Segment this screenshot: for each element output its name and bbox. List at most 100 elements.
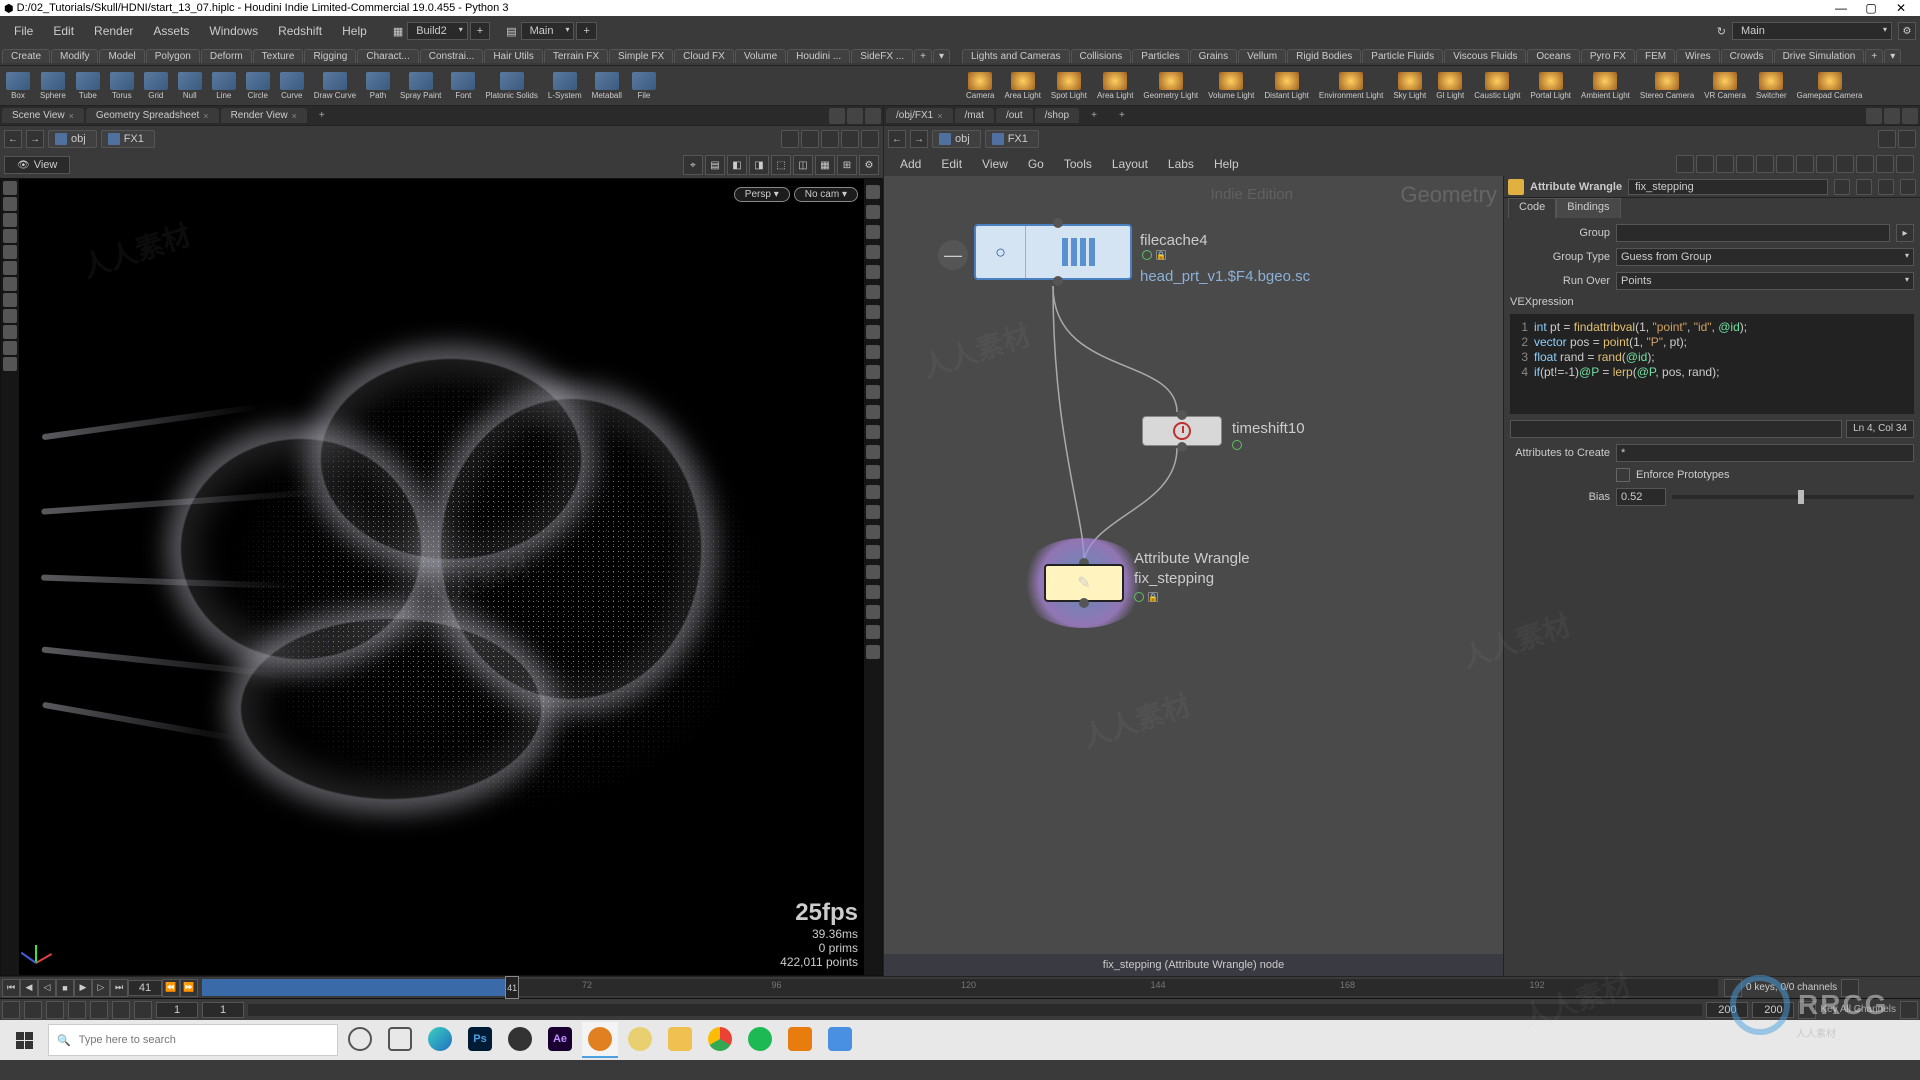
nm-ic-9[interactable] [1836, 155, 1854, 173]
vt-11[interactable] [3, 341, 17, 355]
net-tool-1[interactable] [1878, 130, 1896, 148]
pane-tool-l3[interactable] [865, 108, 881, 124]
tab-r-path-out[interactable]: /out [996, 108, 1033, 123]
lock-flag-icon[interactable]: 🔒 [1156, 250, 1166, 260]
nm-ic-5[interactable] [1756, 155, 1774, 173]
tl-play[interactable]: ▶ [74, 979, 92, 997]
tl-next[interactable]: ▷ [92, 979, 110, 997]
tool-envlight[interactable]: Environment Light [1315, 72, 1387, 100]
dr-10[interactable] [866, 365, 880, 379]
tab-right-plus[interactable]: + [1081, 108, 1107, 123]
path-tool-2[interactable] [801, 130, 819, 148]
dr-3[interactable] [866, 225, 880, 239]
rg-3[interactable] [46, 1001, 64, 1019]
parm-hi2[interactable] [1856, 179, 1872, 195]
parm-hi1[interactable] [1834, 179, 1850, 195]
desktop-build-select[interactable]: Build2 [407, 22, 468, 40]
vp-tool-9[interactable]: ⚙ [859, 155, 879, 175]
crumb-fx1[interactable]: FX1 [101, 130, 155, 148]
shelf-cloudfx[interactable]: Cloud FX [674, 49, 734, 63]
shelf-simplefx[interactable]: Simple FX [609, 49, 673, 63]
tool-distlight[interactable]: Distant Light [1260, 72, 1312, 100]
rg-4[interactable] [68, 1001, 86, 1019]
nm-ic-10[interactable] [1856, 155, 1874, 173]
config-select[interactable]: Main [1732, 22, 1892, 40]
nm-labs[interactable]: Labs [1158, 153, 1204, 175]
shelf-create[interactable]: Create [2, 49, 50, 63]
tool-metaball[interactable]: Metaball [588, 72, 626, 100]
menu-assets[interactable]: Assets [143, 20, 199, 42]
display-flag-icon[interactable] [1142, 250, 1152, 260]
net-fwd-icon[interactable]: → [910, 130, 928, 148]
shelf-left-drop[interactable]: ▾ [933, 49, 950, 63]
tb-chrome[interactable] [702, 1022, 738, 1058]
tb-spotify[interactable] [742, 1022, 778, 1058]
input-attrs[interactable]: * [1616, 444, 1914, 462]
net-crumb-fx1[interactable]: FX1 [985, 130, 1039, 148]
dr-22[interactable] [866, 605, 880, 619]
camera-none-pill[interactable]: No cam ▾ [794, 187, 858, 202]
tab-r-path-shop[interactable]: /shop [1035, 108, 1079, 123]
wrangle-display-flag[interactable] [1134, 592, 1144, 602]
tab-left-plus[interactable]: + [309, 108, 335, 123]
start-button[interactable] [4, 1024, 44, 1056]
rg-7[interactable] [134, 1001, 152, 1019]
dr-2[interactable] [866, 205, 880, 219]
parm-node-name-input[interactable]: fix_stepping [1628, 179, 1828, 195]
vp-tool-1[interactable]: ⌖ [683, 155, 703, 175]
tb-photoshop[interactable]: Ps [462, 1022, 498, 1058]
tool-spray[interactable]: Spray Paint [396, 72, 445, 100]
vt-10[interactable] [3, 325, 17, 339]
maximize-button[interactable]: ▢ [1856, 1, 1886, 15]
vex-search-input[interactable] [1510, 420, 1842, 438]
dr-24[interactable] [866, 645, 880, 659]
tl-last[interactable]: ⏭ [110, 979, 128, 997]
shelf-hair[interactable]: Hair Utils [484, 49, 543, 63]
shelf-collisions[interactable]: Collisions [1071, 49, 1132, 63]
vp-tool-6[interactable]: ◫ [793, 155, 813, 175]
dr-18[interactable] [866, 525, 880, 539]
nm-layout[interactable]: Layout [1102, 153, 1158, 175]
tool-switcher[interactable]: Switcher [1752, 72, 1791, 100]
shelf-deform[interactable]: Deform [201, 49, 252, 63]
rg-5[interactable] [90, 1001, 108, 1019]
tool-skylight[interactable]: Sky Light [1389, 72, 1430, 100]
vex-editor[interactable]: 1int pt = findattribval(1, "point", "id"… [1510, 314, 1914, 414]
nm-ic-11[interactable] [1876, 155, 1894, 173]
tool-path[interactable]: Path [362, 72, 394, 100]
dr-21[interactable] [866, 585, 880, 599]
nm-ic-7[interactable] [1796, 155, 1814, 173]
shelf-rigging[interactable]: Rigging [304, 49, 356, 63]
shelf-constraints[interactable]: Constrai... [420, 49, 484, 63]
shelf-vfluids[interactable]: Viscous Fluids [1444, 49, 1526, 63]
dr-6[interactable] [866, 285, 880, 299]
tool-line[interactable]: Line [208, 72, 240, 100]
path-tool-5[interactable] [861, 130, 879, 148]
net-tool-2[interactable] [1898, 130, 1916, 148]
slider-bias[interactable] [1672, 495, 1914, 499]
nm-ic-1[interactable] [1676, 155, 1694, 173]
shelf-polygon[interactable]: Polygon [146, 49, 200, 63]
shelf-terrain[interactable]: Terrain FX [544, 49, 608, 63]
vt-brush-icon[interactable] [3, 245, 17, 259]
menu-help[interactable]: Help [332, 20, 377, 42]
shelf-model[interactable]: Model [99, 49, 144, 63]
input-group[interactable] [1616, 224, 1890, 242]
tool-caustic[interactable]: Caustic Light [1470, 72, 1524, 100]
crumb-obj[interactable]: obj [48, 130, 97, 148]
tab-bindings[interactable]: Bindings [1556, 198, 1620, 218]
shelf-volume[interactable]: Volume [735, 49, 786, 63]
tl-frame-field[interactable]: 41 [128, 980, 162, 996]
range-track[interactable] [248, 1004, 1702, 1016]
vp-tool-2[interactable]: ▤ [705, 155, 725, 175]
tb-houdini[interactable] [582, 1022, 618, 1058]
vt-7[interactable] [3, 277, 17, 291]
nm-help[interactable]: Help [1204, 153, 1249, 175]
parm-gear-icon[interactable] [1508, 179, 1524, 195]
tool-tube[interactable]: Tube [72, 72, 104, 100]
rg-6[interactable] [112, 1001, 130, 1019]
shelf-rigid[interactable]: Rigid Bodies [1287, 49, 1361, 63]
tb-aftereffects[interactable]: Ae [542, 1022, 578, 1058]
tool-font[interactable]: Font [447, 72, 479, 100]
dr-8[interactable] [866, 325, 880, 339]
